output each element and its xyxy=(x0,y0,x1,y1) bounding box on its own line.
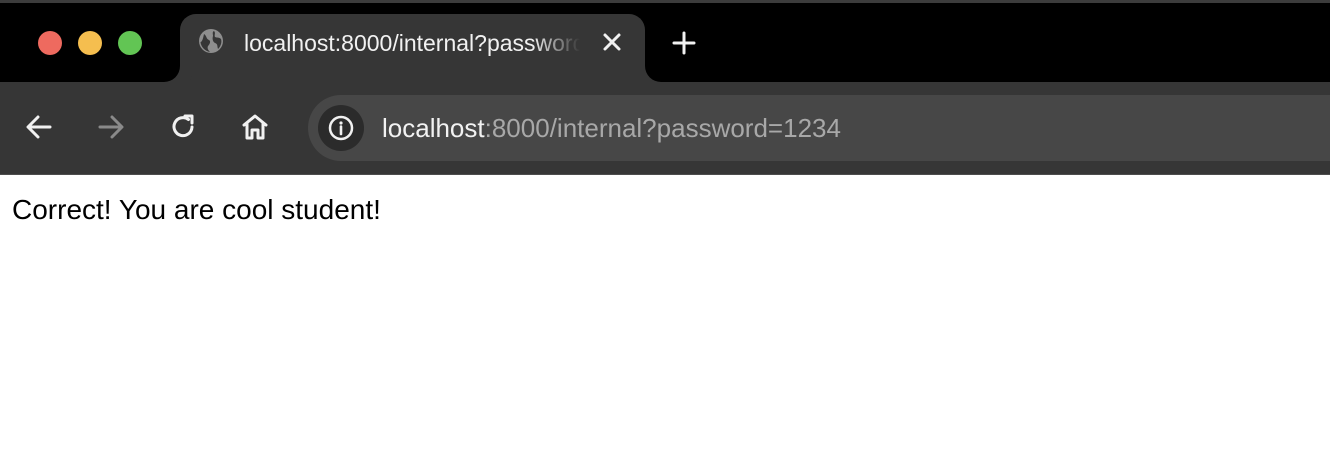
home-icon[interactable] xyxy=(238,110,272,144)
window-close-button[interactable] xyxy=(38,31,62,55)
back-arrow-icon[interactable] xyxy=(22,110,56,144)
browser-toolbar: localhost:8000/internal?password=1234 xyxy=(0,82,1330,174)
globe-icon xyxy=(199,29,223,53)
window-minimize-button[interactable] xyxy=(78,31,102,55)
address-bar[interactable]: localhost:8000/internal?password=1234 xyxy=(308,95,1330,161)
page-message: Correct! You are cool student! xyxy=(12,194,381,225)
browser-window: localhost:8000/internal?password=1234 xyxy=(0,0,1330,472)
url-path: :8000/internal?password=1234 xyxy=(484,113,841,143)
window-maximize-button[interactable] xyxy=(118,31,142,55)
plus-icon[interactable] xyxy=(670,29,698,57)
url-host: localhost xyxy=(382,113,485,143)
info-icon xyxy=(328,115,354,141)
page-content: Correct! You are cool student! xyxy=(0,175,1330,472)
tab-strip: localhost:8000/internal?password=1234 xyxy=(0,0,1330,82)
url-text[interactable]: localhost:8000/internal?password=1234 xyxy=(382,113,841,145)
tab-title: localhost:8000/internal?password=1234 xyxy=(244,30,580,56)
active-tab[interactable]: localhost:8000/internal?password=1234 xyxy=(180,14,645,82)
reload-icon[interactable] xyxy=(166,110,200,144)
close-icon[interactable] xyxy=(600,30,624,54)
forward-arrow-icon[interactable] xyxy=(94,110,128,144)
site-info-button[interactable] xyxy=(318,105,364,151)
